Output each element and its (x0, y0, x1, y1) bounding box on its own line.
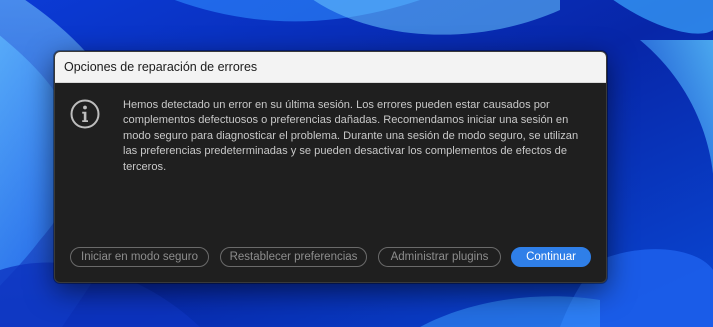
info-icon (70, 99, 100, 129)
dialog-titlebar[interactable]: Opciones de reparación de errores (55, 52, 606, 83)
dialog-title: Opciones de reparación de errores (64, 60, 258, 74)
dialog-message: Hemos detectado un error en su última se… (123, 99, 579, 173)
continue-button[interactable]: Continuar (511, 247, 591, 267)
manage-plugins-button[interactable]: Administrar plugins (378, 247, 501, 267)
reset-preferences-button[interactable]: Restablecer preferencias (220, 247, 367, 267)
dialog-body: Hemos detectado un error en su última se… (55, 83, 606, 282)
safe-mode-button[interactable]: Iniciar en modo seguro (70, 247, 209, 267)
dialog-button-row: Iniciar en modo seguro Restablecer prefe… (69, 247, 592, 269)
error-repair-dialog: Opciones de reparación de errores Hemos … (54, 51, 607, 283)
desktop: Opciones de reparación de errores Hemos … (0, 0, 713, 327)
